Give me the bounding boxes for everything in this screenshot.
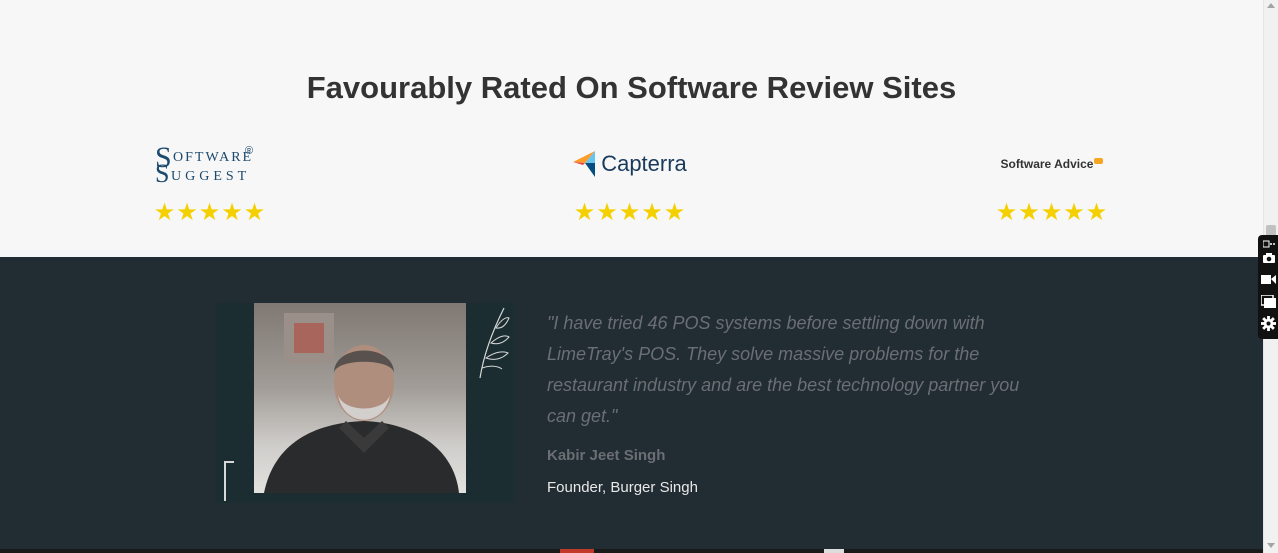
frame-corner-decoration bbox=[224, 461, 234, 501]
star-rating: ★★★★★ bbox=[573, 199, 687, 226]
software-advice-logo[interactable]: Software Advice bbox=[942, 140, 1162, 188]
capterra-arrow-icon bbox=[573, 151, 596, 177]
testimonial-author: Kabir Jeet Singh bbox=[547, 447, 666, 464]
camera-icon[interactable] bbox=[1261, 251, 1276, 265]
review-sites-section: Favourably Rated On Software Review Site… bbox=[0, 0, 1263, 257]
window-icon[interactable] bbox=[1261, 294, 1276, 308]
section-title: Favourably Rated On Software Review Site… bbox=[306, 70, 957, 105]
star-rating: ★★★★★ bbox=[995, 199, 1109, 226]
testimonial-role: Founder, Burger Singh bbox=[547, 479, 698, 496]
testimonial-quote: "I have tried 46 POS systems before sett… bbox=[547, 313, 1020, 426]
floating-capture-toolbar bbox=[1258, 235, 1278, 339]
testimonial-section: "I have tried 46 POS systems before sett… bbox=[0, 257, 1263, 553]
review-site-softwaresuggest[interactable]: S OFTWARE S UGGEST ® ★★★★★ bbox=[100, 140, 320, 226]
video-icon[interactable] bbox=[1261, 272, 1276, 286]
testimonial-photo bbox=[254, 303, 466, 493]
capterra-logo[interactable]: Capterra bbox=[520, 140, 740, 188]
speech-bubble-icon bbox=[1094, 158, 1104, 164]
scroll-up-arrow-icon[interactable] bbox=[1267, 3, 1275, 8]
leaf-decoration-icon bbox=[479, 307, 510, 379]
scroll-down-arrow-icon[interactable] bbox=[1267, 543, 1275, 548]
softwaresuggest-logo[interactable]: S OFTWARE S UGGEST ® bbox=[100, 140, 320, 189]
star-rating: ★★★★★ bbox=[153, 199, 267, 226]
testimonial-image-frame bbox=[216, 303, 514, 503]
person-photo-icon bbox=[254, 303, 466, 493]
gear-icon[interactable] bbox=[1261, 315, 1276, 331]
review-site-capterra[interactable]: Capterra ★★★★★ bbox=[520, 140, 740, 226]
bottom-edge bbox=[0, 549, 1263, 553]
review-site-software-advice[interactable]: Software Advice ★★★★★ bbox=[942, 140, 1162, 226]
screenshot-icon[interactable] bbox=[1261, 237, 1276, 251]
